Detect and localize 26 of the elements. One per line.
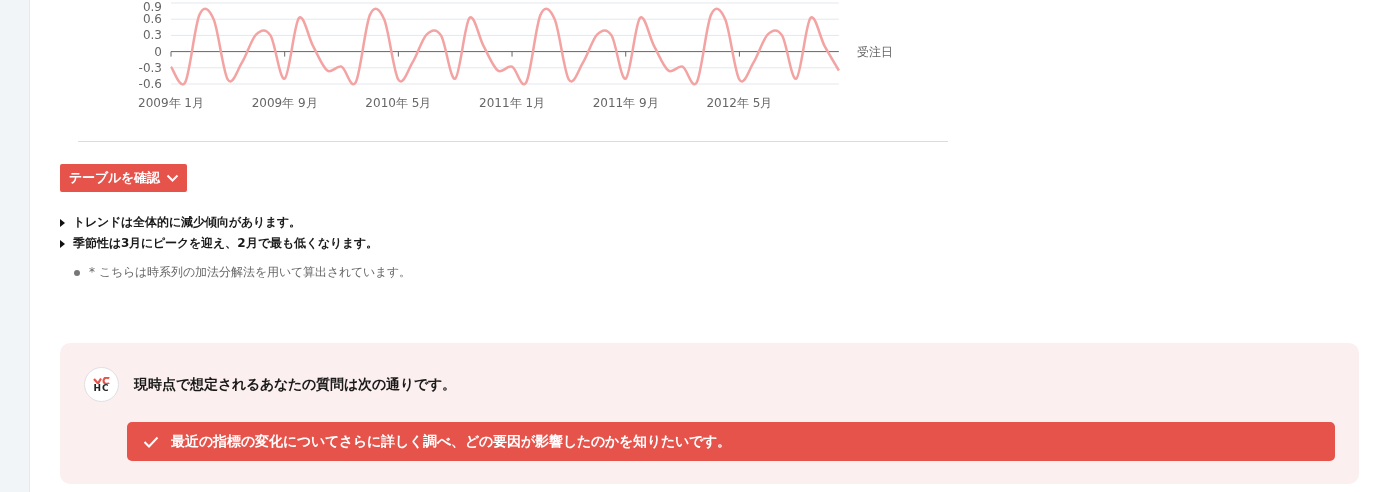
- note-text: * こちらは時系列の加法分解法を用いて算出されています。: [89, 264, 411, 281]
- y-tick-label: -0.3: [138, 60, 162, 75]
- bullet-dot: [74, 269, 80, 276]
- x-tick-label: 2010年 5月: [365, 96, 432, 110]
- x-tick-label: 2011年 1月: [479, 96, 546, 110]
- y-tick-label: -0.6: [138, 77, 162, 91]
- y-tick-label: 0: [154, 44, 162, 59]
- x-tick-label: 2011年 9月: [592, 96, 659, 110]
- y-tick-label: 0.3: [142, 28, 162, 43]
- y-tick-label: 0.6: [142, 12, 162, 27]
- question-option[interactable]: 最近の指標の変化についてさらに詳しく調べ、どの要因が影響したのかを知りたいです。: [127, 422, 1335, 461]
- logo-icon: [93, 376, 110, 384]
- check-icon: [143, 435, 159, 448]
- x-tick-label: 2009年 9月: [251, 96, 318, 110]
- axis-label: 受注日: [856, 44, 893, 59]
- y-tick-label: 0.9: [142, 0, 162, 14]
- bullet-icon: [60, 218, 65, 227]
- finding-text: トレンドは全体的に減少傾向があります。: [73, 214, 301, 231]
- table-toggle-button[interactable]: テーブルを確認: [60, 164, 187, 192]
- x-tick-label: 2012年 5月: [706, 96, 773, 110]
- chevron-icon: [166, 173, 179, 183]
- avatar-text: HC: [93, 383, 110, 393]
- x-tick-label: 2009年 1月: [138, 96, 204, 110]
- bullet-icon: [60, 239, 65, 248]
- assistant-message: 現時点で想定されるあなたの質問は次の通りです。: [134, 375, 456, 394]
- finding-text: 季節性は3月にピークを迎え、2月で最も低くなります。: [73, 235, 378, 252]
